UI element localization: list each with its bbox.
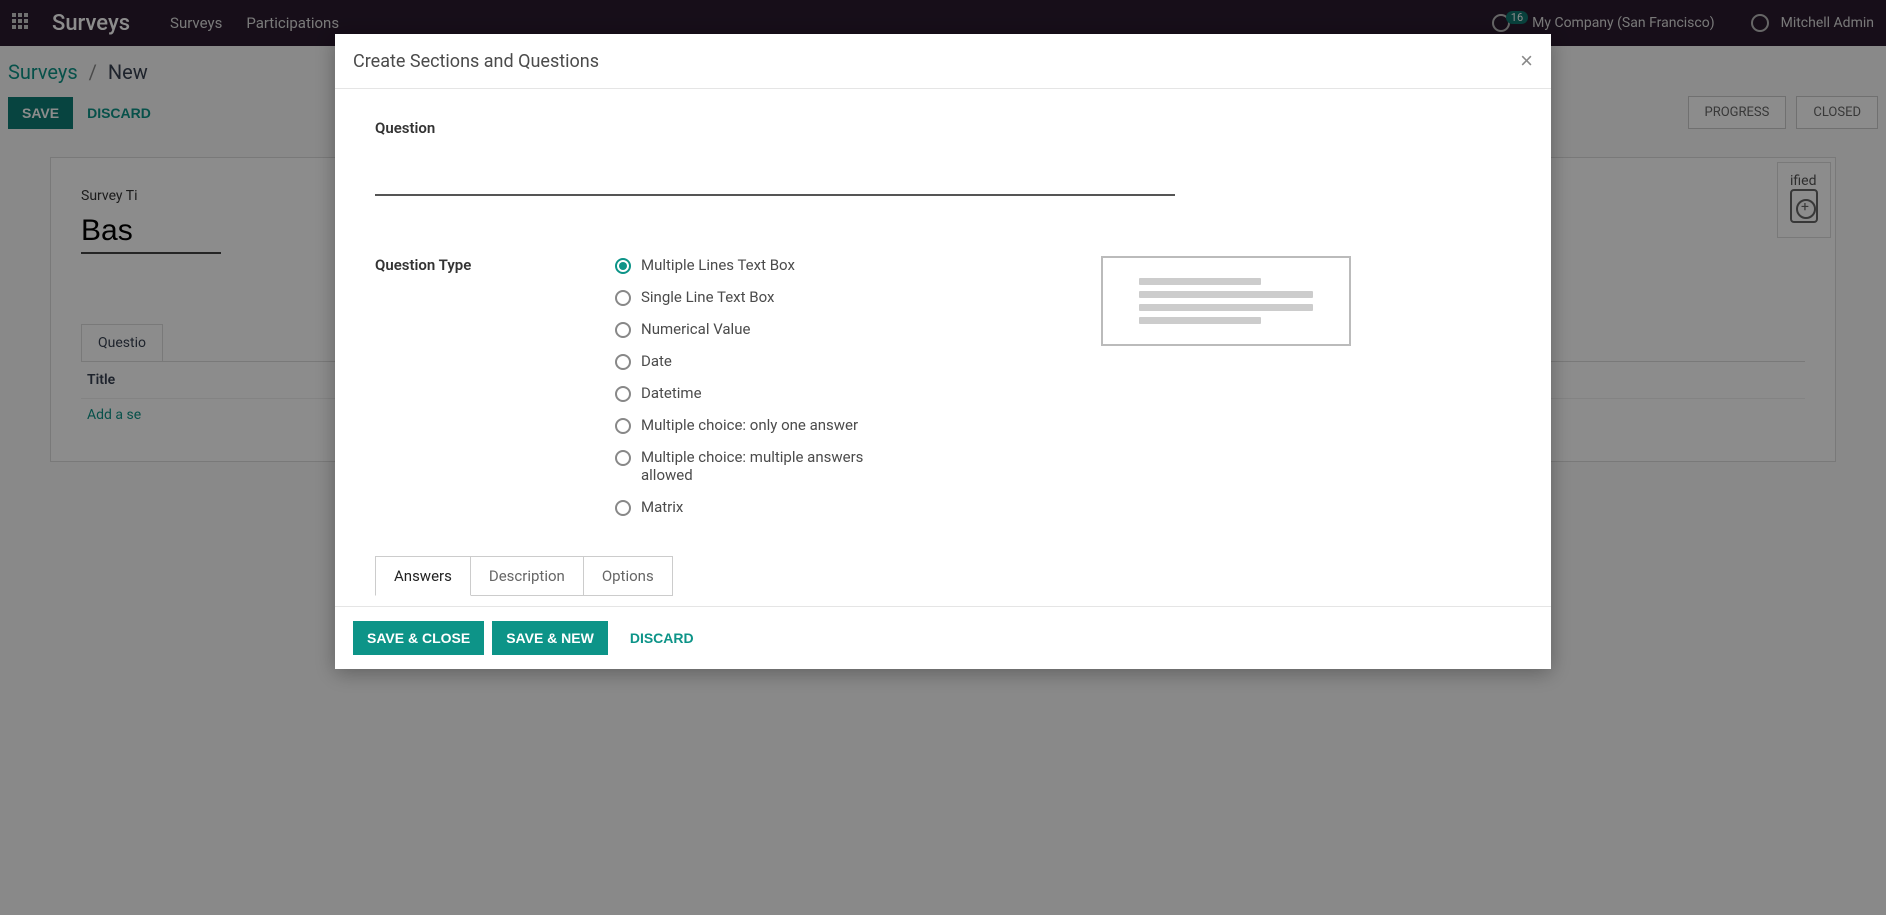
question-input[interactable] [375, 165, 1175, 196]
radio-icon [615, 386, 631, 402]
type-mc-multiple[interactable]: Multiple choice: multiple answers allowe… [615, 448, 901, 484]
radio-icon [615, 258, 631, 274]
question-type-preview [1101, 256, 1351, 346]
question-type-options: Multiple Lines Text Box Single Line Text… [615, 256, 901, 516]
modal-dialog: Create Sections and Questions × Question… [335, 34, 1551, 669]
tab-description[interactable]: Description [470, 556, 584, 596]
modal-title: Create Sections and Questions [353, 51, 599, 72]
question-type-label: Question Type [375, 256, 535, 274]
modal-discard-button[interactable]: DISCARD [616, 621, 708, 655]
tab-options[interactable]: Options [583, 556, 673, 596]
tab-answers[interactable]: Answers [375, 556, 471, 596]
save-new-button[interactable]: SAVE & NEW [492, 621, 608, 655]
type-mc-single[interactable]: Multiple choice: only one answer [615, 416, 901, 434]
type-single-line[interactable]: Single Line Text Box [615, 288, 901, 306]
type-numerical[interactable]: Numerical Value [615, 320, 901, 338]
question-label: Question [375, 119, 1511, 137]
radio-icon [615, 450, 631, 466]
close-icon[interactable]: × [1520, 48, 1533, 74]
radio-icon [615, 354, 631, 370]
radio-icon [615, 290, 631, 306]
modal-footer: SAVE & CLOSE SAVE & NEW DISCARD [335, 606, 1551, 669]
radio-icon [615, 500, 631, 516]
modal-body: Question Question Type Multiple Lines Te… [335, 89, 1551, 606]
type-multiple-lines[interactable]: Multiple Lines Text Box [615, 256, 901, 274]
modal-tabs: Answers Description Options [375, 556, 1511, 596]
radio-icon [615, 418, 631, 434]
type-datetime[interactable]: Datetime [615, 384, 901, 402]
type-date[interactable]: Date [615, 352, 901, 370]
save-close-button[interactable]: SAVE & CLOSE [353, 621, 484, 655]
modal-header: Create Sections and Questions × [335, 34, 1551, 89]
type-matrix[interactable]: Matrix [615, 498, 901, 516]
modal-overlay: Create Sections and Questions × Question… [0, 0, 1886, 915]
radio-icon [615, 322, 631, 338]
